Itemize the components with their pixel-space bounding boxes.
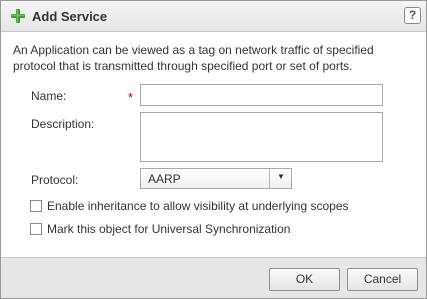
universal-sync-checkbox[interactable] bbox=[30, 223, 42, 235]
name-input[interactable] bbox=[140, 84, 383, 106]
chevron-down-icon[interactable]: ▼ bbox=[277, 172, 285, 181]
ok-button[interactable]: OK bbox=[269, 268, 340, 291]
protocol-selected-value: AARP bbox=[148, 172, 181, 186]
universal-sync-label[interactable]: Mark this object for Universal Synchroni… bbox=[47, 222, 290, 236]
protocol-select[interactable]: AARP ▼ bbox=[140, 168, 292, 189]
help-icon[interactable]: ? bbox=[404, 7, 421, 24]
dialog-title: Add Service bbox=[32, 9, 108, 24]
dialog-titlebar: Add Service ? bbox=[1, 1, 426, 32]
select-divider bbox=[269, 169, 270, 188]
name-label: Name: bbox=[31, 89, 67, 103]
add-icon bbox=[11, 9, 25, 23]
dialog-footer: OK Cancel bbox=[1, 257, 426, 298]
description-label: Description: bbox=[31, 117, 95, 131]
cancel-button[interactable]: Cancel bbox=[347, 268, 418, 291]
description-textarea[interactable] bbox=[140, 112, 383, 162]
inheritance-checkbox[interactable] bbox=[30, 200, 42, 212]
dialog-description: An Application can be viewed as a tag on… bbox=[13, 43, 374, 73]
inheritance-label[interactable]: Enable inheritance to allow visibility a… bbox=[47, 199, 349, 213]
protocol-label: Protocol: bbox=[31, 173, 79, 187]
required-marker: * bbox=[128, 90, 134, 105]
add-service-dialog: Add Service ? An Application can be view… bbox=[0, 0, 427, 299]
